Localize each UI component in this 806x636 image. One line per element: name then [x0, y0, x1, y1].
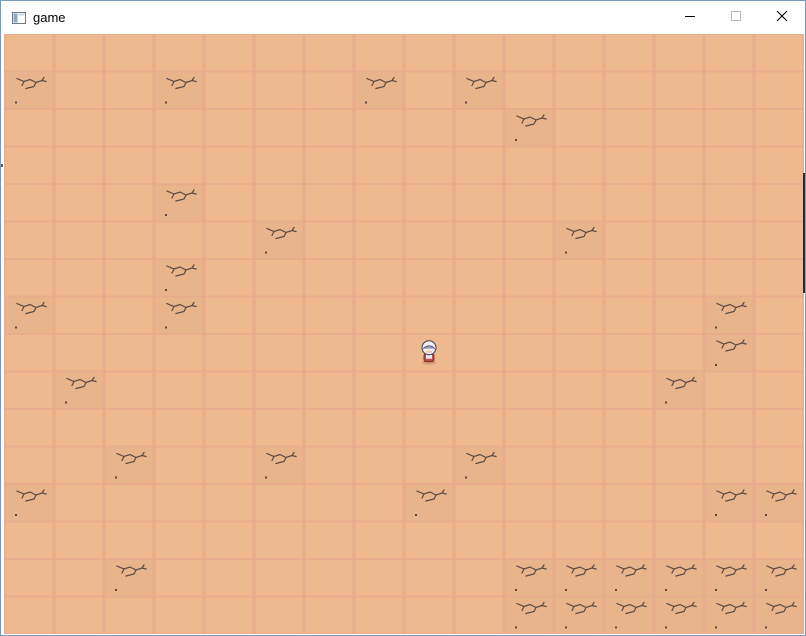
cracked-tile — [504, 596, 554, 634]
cracked-tile — [4, 296, 54, 334]
cracked-tile — [604, 559, 654, 597]
cracked-tile — [454, 446, 504, 484]
cracked-tile — [54, 371, 104, 409]
cracked-tile — [104, 559, 154, 597]
minimize-icon — [684, 9, 696, 27]
cracked-tile — [404, 484, 454, 522]
player-character — [421, 340, 437, 365]
cracked-tile — [754, 484, 804, 522]
cracked-tile — [504, 559, 554, 597]
game-window: game — [0, 0, 806, 636]
maximize-button[interactable] — [713, 1, 759, 34]
cracked-tile — [504, 109, 554, 147]
cracked-tile — [704, 559, 754, 597]
maximize-icon — [730, 9, 742, 27]
cracked-tile — [4, 484, 54, 522]
game-viewport[interactable] — [4, 34, 804, 634]
cracked-tile — [704, 596, 754, 634]
cracked-tile — [254, 446, 304, 484]
cracked-tile — [154, 71, 204, 109]
cracked-tile — [154, 296, 204, 334]
cracked-tile — [554, 221, 604, 259]
cracked-tile — [254, 221, 304, 259]
close-button[interactable] — [759, 1, 805, 34]
title-bar[interactable]: game — [1, 1, 805, 34]
cracked-tile — [4, 71, 54, 109]
app-window-icon — [12, 11, 26, 24]
cracked-tile — [154, 259, 204, 297]
cracked-tile — [554, 596, 604, 634]
cracked-tile — [554, 559, 604, 597]
minimize-button[interactable] — [667, 1, 713, 34]
cracked-tile — [754, 596, 804, 634]
close-icon — [776, 9, 788, 27]
window-edge-mark — [1, 164, 3, 167]
cracked-tile — [704, 296, 754, 334]
window-title: game — [33, 10, 66, 25]
cracked-tile — [654, 596, 704, 634]
cracked-tile — [154, 184, 204, 222]
cracked-tile — [704, 334, 754, 372]
cracked-tile — [354, 71, 404, 109]
cracked-tile — [104, 446, 154, 484]
cracked-tile — [654, 559, 704, 597]
window-resize-edge — [803, 173, 805, 293]
cracked-tile — [754, 559, 804, 597]
cracked-tile — [704, 484, 754, 522]
tile-map — [4, 34, 804, 634]
cracked-tile — [454, 71, 504, 109]
cracked-tile — [654, 371, 704, 409]
cracked-tile — [604, 596, 654, 634]
